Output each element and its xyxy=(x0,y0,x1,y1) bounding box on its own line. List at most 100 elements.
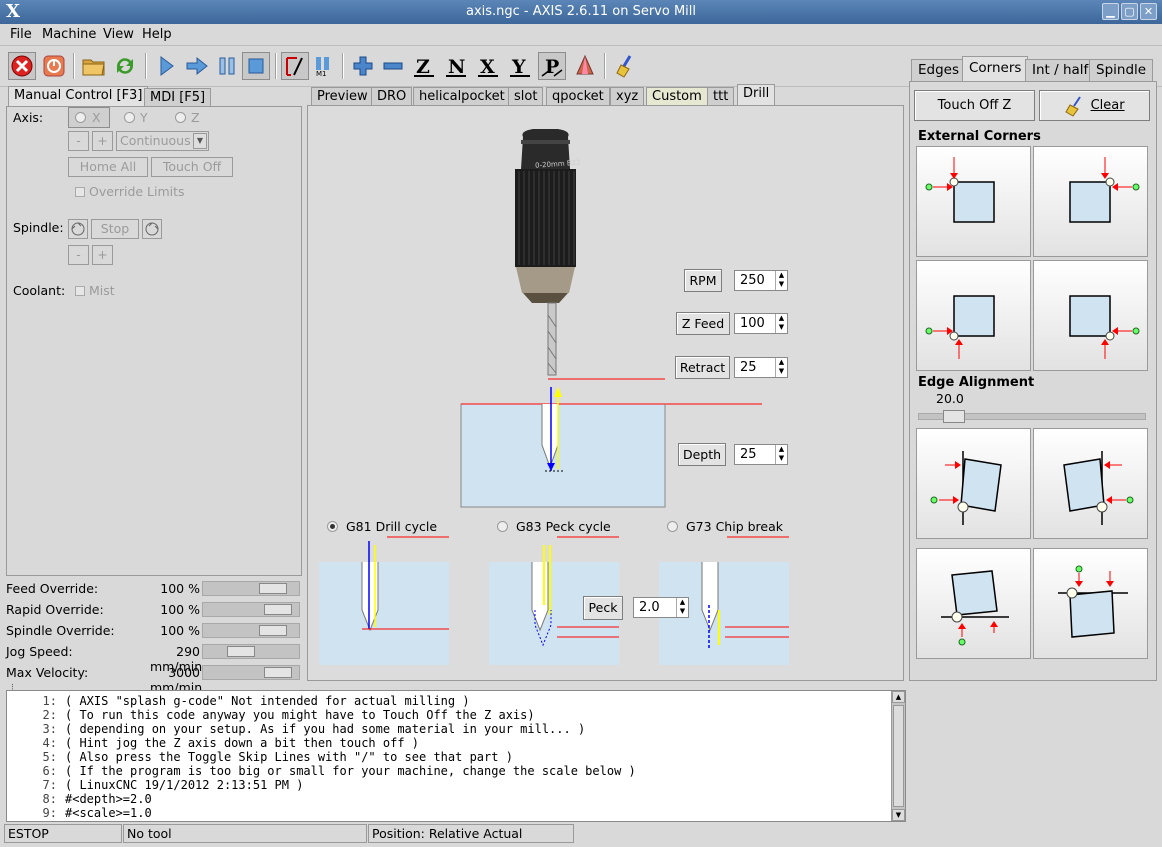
tab-edges[interactable]: Edges xyxy=(911,59,967,81)
tab-int-half[interactable]: Int / half xyxy=(1025,59,1096,81)
edge-right-rotate-button[interactable] xyxy=(1033,428,1148,539)
tab-manual-control[interactable]: Manual Control [F3] xyxy=(8,86,149,107)
tab-ttt[interactable]: ttt xyxy=(707,87,735,106)
home-all-button[interactable]: Home All xyxy=(68,157,148,177)
code-line[interactable]: 6: ( If the program is too big or small f… xyxy=(7,764,905,778)
tab-spindle[interactable]: Spindle xyxy=(1089,59,1154,81)
power-icon[interactable] xyxy=(40,52,68,80)
tab-helicalpocket[interactable]: helicalpocket xyxy=(413,87,511,106)
override-slider[interactable] xyxy=(202,644,300,659)
spindle-ccw-icon[interactable] xyxy=(68,219,88,239)
override-slider[interactable] xyxy=(202,581,300,596)
touch-off-z-button[interactable]: Touch Off Z xyxy=(914,90,1035,121)
rotate-icon[interactable] xyxy=(571,52,599,80)
code-line[interactable]: 4: ( Hint jog the Z axis down a bit then … xyxy=(7,736,905,750)
clear-plot-icon[interactable] xyxy=(612,52,640,80)
minimize-icon[interactable]: ▁ xyxy=(1102,3,1119,20)
param-spinner[interactable]: ▲ ▼ xyxy=(775,271,787,290)
spindle-minus-button[interactable]: - xyxy=(68,245,89,265)
stop-icon[interactable] xyxy=(242,52,270,80)
param-button[interactable]: Depth xyxy=(678,443,726,466)
mist-checkbox[interactable] xyxy=(75,286,85,296)
edge-top-rotate-button[interactable] xyxy=(1033,548,1148,659)
param-spinner[interactable]: ▲ ▼ xyxy=(775,314,787,333)
tab-preview[interactable]: Preview xyxy=(311,87,374,106)
close-icon[interactable]: ✕ xyxy=(1140,3,1157,20)
param-button[interactable]: Retract xyxy=(675,356,730,379)
skip-lines-icon[interactable] xyxy=(281,52,309,80)
zoom-out-icon[interactable] xyxy=(379,52,407,80)
view-x-icon[interactable]: X xyxy=(474,52,502,80)
zoom-in-icon[interactable] xyxy=(349,52,377,80)
override-slider[interactable] xyxy=(202,602,300,617)
code-scrollbar[interactable]: ▲ ▼ xyxy=(891,691,905,821)
run-icon[interactable] xyxy=(152,52,180,80)
override-slider-thumb[interactable] xyxy=(259,583,287,594)
override-limits-checkbox[interactable] xyxy=(75,187,85,197)
g83-radio[interactable] xyxy=(497,521,508,532)
corner-top-right-button[interactable] xyxy=(1033,146,1148,257)
tab-drill[interactable]: Drill xyxy=(737,84,776,105)
clear-button[interactable]: Clear xyxy=(1039,90,1150,121)
estop-icon[interactable] xyxy=(8,52,36,80)
menu-view[interactable]: View xyxy=(103,27,134,42)
code-line[interactable]: 7: ( LinuxCNC 19/1/2012 2:13:51 PM ) xyxy=(7,778,905,792)
param-button[interactable]: RPM xyxy=(684,269,722,292)
view-y-icon[interactable]: Y xyxy=(506,52,534,80)
menu-machine[interactable]: Machine xyxy=(42,27,96,42)
open-folder-icon[interactable] xyxy=(80,52,108,80)
param-spinner[interactable]: ▲ ▼ xyxy=(775,445,787,464)
code-line[interactable]: 9: #<scale>=1.0 xyxy=(7,806,905,820)
reload-icon[interactable] xyxy=(111,52,139,80)
edge-alignment-thumb[interactable] xyxy=(943,410,965,423)
override-slider[interactable] xyxy=(202,665,300,680)
scroll-up-icon[interactable]: ▲ xyxy=(892,691,905,703)
spindle-plus-button[interactable]: + xyxy=(92,245,113,265)
tab-corners[interactable]: Corners xyxy=(962,56,1029,82)
pause-icon[interactable] xyxy=(213,52,241,80)
touch-off-button[interactable]: Touch Off xyxy=(151,157,233,177)
peck-spinner[interactable]: ▲ ▼ xyxy=(676,598,688,617)
code-line[interactable]: 8: #<depth>=2.0 xyxy=(7,792,905,806)
optional-stop-icon[interactable]: M1 xyxy=(309,52,337,80)
code-line[interactable]: 1: ( AXIS "splash g-code" Not intended fo… xyxy=(7,694,905,708)
code-line[interactable]: 5: ( Also press the Toggle Skip Lines wit… xyxy=(7,750,905,764)
override-slider-thumb[interactable] xyxy=(264,667,292,678)
jog-minus-button[interactable]: - xyxy=(68,131,89,151)
chevron-down-icon[interactable]: ▼ xyxy=(193,133,207,149)
corner-bottom-left-button[interactable] xyxy=(916,260,1031,371)
jog-plus-button[interactable]: + xyxy=(92,131,113,151)
menu-help[interactable]: Help xyxy=(142,27,172,42)
tab-mdi[interactable]: MDI [F5] xyxy=(144,88,212,107)
param-spinner[interactable]: ▲ ▼ xyxy=(775,358,787,377)
corner-bottom-right-button[interactable] xyxy=(1033,260,1148,371)
override-slider-thumb[interactable] xyxy=(264,604,292,615)
axis-z-radio[interactable] xyxy=(175,112,186,123)
g73-radio[interactable] xyxy=(667,521,678,532)
tab-xyz[interactable]: xyz xyxy=(610,87,645,106)
scroll-thumb[interactable] xyxy=(893,705,904,807)
corner-top-left-button[interactable] xyxy=(916,146,1031,257)
maximize-icon[interactable]: ▢ xyxy=(1121,3,1138,20)
spindle-stop-button[interactable]: Stop xyxy=(91,219,139,239)
code-line[interactable]: 3: ( depending on your setup. As if you h… xyxy=(7,722,905,736)
axis-y-radio[interactable] xyxy=(124,112,135,123)
scroll-down-icon[interactable]: ▼ xyxy=(892,809,905,821)
axis-x-radio[interactable] xyxy=(75,112,86,123)
step-icon[interactable] xyxy=(183,52,211,80)
tab-custom[interactable]: Custom xyxy=(646,87,708,106)
edge-bottom-rotate-button[interactable] xyxy=(916,548,1031,659)
override-slider-thumb[interactable] xyxy=(227,646,255,657)
override-slider[interactable] xyxy=(202,623,300,638)
tab-slot[interactable]: slot xyxy=(508,87,544,106)
spindle-cw-icon[interactable] xyxy=(142,219,162,239)
gcode-listing[interactable]: 1: ( AXIS "splash g-code" Not intended fo… xyxy=(6,690,906,822)
view-p-icon[interactable]: P xyxy=(538,52,566,80)
tab-dro[interactable]: DRO xyxy=(371,87,413,106)
view-z-icon[interactable]: Z xyxy=(410,52,438,80)
menu-file[interactable]: File xyxy=(10,27,32,42)
edge-left-rotate-button[interactable] xyxy=(916,428,1031,539)
param-button[interactable]: Z Feed xyxy=(676,312,730,335)
peck-button[interactable]: Peck xyxy=(583,596,623,620)
tab-qpocket[interactable]: qpocket xyxy=(546,87,610,106)
